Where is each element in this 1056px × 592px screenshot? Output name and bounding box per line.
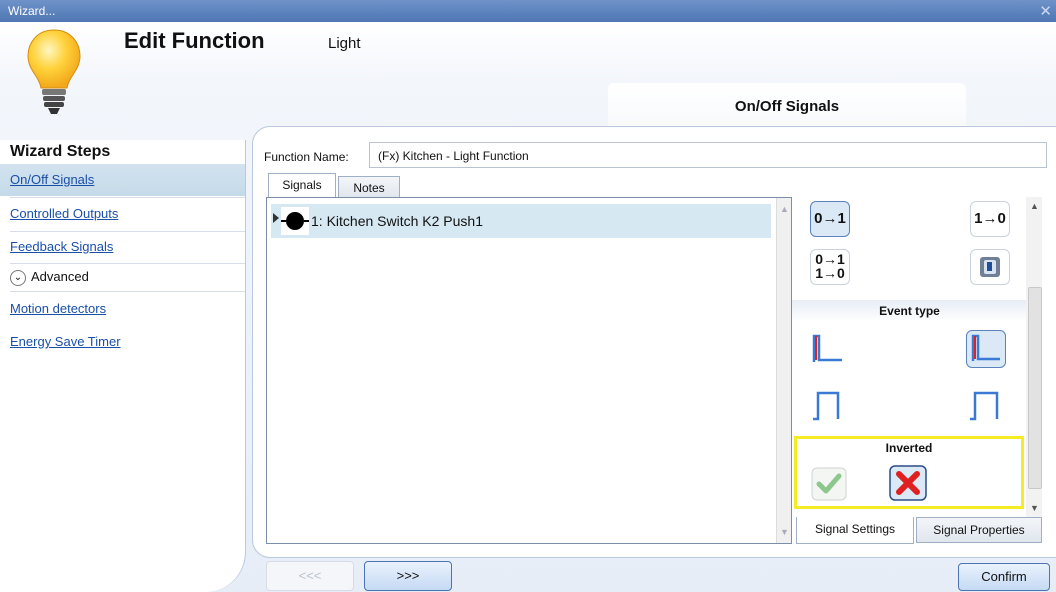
title-bar: Wizard... ✕ <box>0 0 1056 22</box>
inverted-no-button[interactable] <box>889 465 927 501</box>
sidebar-item-motion-detectors[interactable]: Motion detectors <box>10 293 245 325</box>
confirm-button[interactable]: Confirm <box>958 563 1050 591</box>
scroll-up-icon[interactable]: ▲ <box>1030 201 1039 211</box>
close-icon[interactable]: ✕ <box>1039 2 1052 20</box>
function-name-input[interactable]: (Fx) Kitchen - Light Function <box>369 142 1047 168</box>
falling-edge-button[interactable]: 1→0 <box>970 201 1010 237</box>
tab-signal-properties[interactable]: Signal Properties <box>916 517 1042 543</box>
scroll-down-icon[interactable]: ▼ <box>1030 503 1039 513</box>
settings-scrollbar[interactable]: ▲ ▼ <box>1026 197 1042 517</box>
sidebar-title: Wizard Steps <box>10 143 111 160</box>
rising-edge-button[interactable]: 0→1 <box>810 201 850 237</box>
signals-list: 1: Kitchen Switch K2 Push1 ▲ ▼ <box>266 197 792 544</box>
scrollbar-thumb[interactable] <box>1028 287 1042 489</box>
row-pointer-icon <box>273 213 279 223</box>
sidebar-item-on-off-signals[interactable]: On/Off Signals <box>0 164 245 196</box>
window-title: Wizard... <box>8 4 56 18</box>
scroll-up-icon[interactable]: ▲ <box>780 204 789 214</box>
event-type-1-button[interactable] <box>810 330 846 366</box>
scroll-down-icon[interactable]: ▼ <box>780 527 789 537</box>
current-step-tab: On/Off Signals <box>608 83 966 131</box>
function-name-label: Function Name: <box>264 150 349 164</box>
both-edges-bottom: 1→0 <box>815 265 845 281</box>
page-subtitle: Light <box>328 35 361 52</box>
event-type-3-button[interactable] <box>810 387 846 423</box>
inverted-header: Inverted <box>885 441 933 455</box>
divider <box>10 291 245 292</box>
tab-signals[interactable]: Signals <box>268 173 336 198</box>
pulse-edge-red-icon <box>812 334 842 362</box>
signal-label: 1: Kitchen Switch K2 Push1 <box>311 213 483 229</box>
tab-signal-settings[interactable]: Signal Settings <box>796 517 914 544</box>
pulse-edge-selected-icon <box>971 334 1000 361</box>
sidebar-item-energy-save-timer[interactable]: Energy Save Timer <box>10 326 245 358</box>
pulse-square-icon <box>813 391 840 421</box>
switch-icon <box>980 257 1000 277</box>
red-x-icon <box>889 465 927 501</box>
next-button[interactable]: >>> <box>364 561 452 591</box>
chevron-down-icon: ⌄ <box>10 269 26 286</box>
tab-notes[interactable]: Notes <box>338 176 400 198</box>
current-step-label: On/Off Signals <box>734 98 840 115</box>
page-title: Edit Function <box>124 28 265 53</box>
both-edges-top: 0→1 <box>815 251 845 267</box>
checkmark-icon <box>811 467 847 501</box>
list-item[interactable]: 1: Kitchen Switch K2 Push1 <box>271 204 771 238</box>
sidebar-item-controlled-outputs[interactable]: Controlled Outputs <box>10 198 245 230</box>
list-scrollbar[interactable]: ▲ ▼ <box>776 198 791 543</box>
pulse-square-alt-icon <box>970 391 999 421</box>
inverted-yes-button[interactable] <box>811 467 847 501</box>
back-button[interactable]: <<< <box>266 561 354 591</box>
inverted-section: Inverted <box>794 436 1024 509</box>
both-edges-button[interactable]: 0→1 1→0 <box>810 249 850 285</box>
event-type-header: Event type <box>792 300 1027 322</box>
wizard-steps-sidebar: Wizard Steps On/Off Signals Controlled O… <box>0 140 246 592</box>
advanced-label: Advanced <box>31 269 89 284</box>
push-button-icon <box>281 207 309 235</box>
light-bulb-icon <box>27 29 81 114</box>
switch-device-button[interactable] <box>970 249 1010 285</box>
sidebar-item-feedback-signals[interactable]: Feedback Signals <box>10 231 245 263</box>
advanced-toggle[interactable]: ⌄ Advanced <box>10 263 89 291</box>
event-type-4-button[interactable] <box>966 387 1004 423</box>
event-type-2-button[interactable] <box>966 330 1006 368</box>
